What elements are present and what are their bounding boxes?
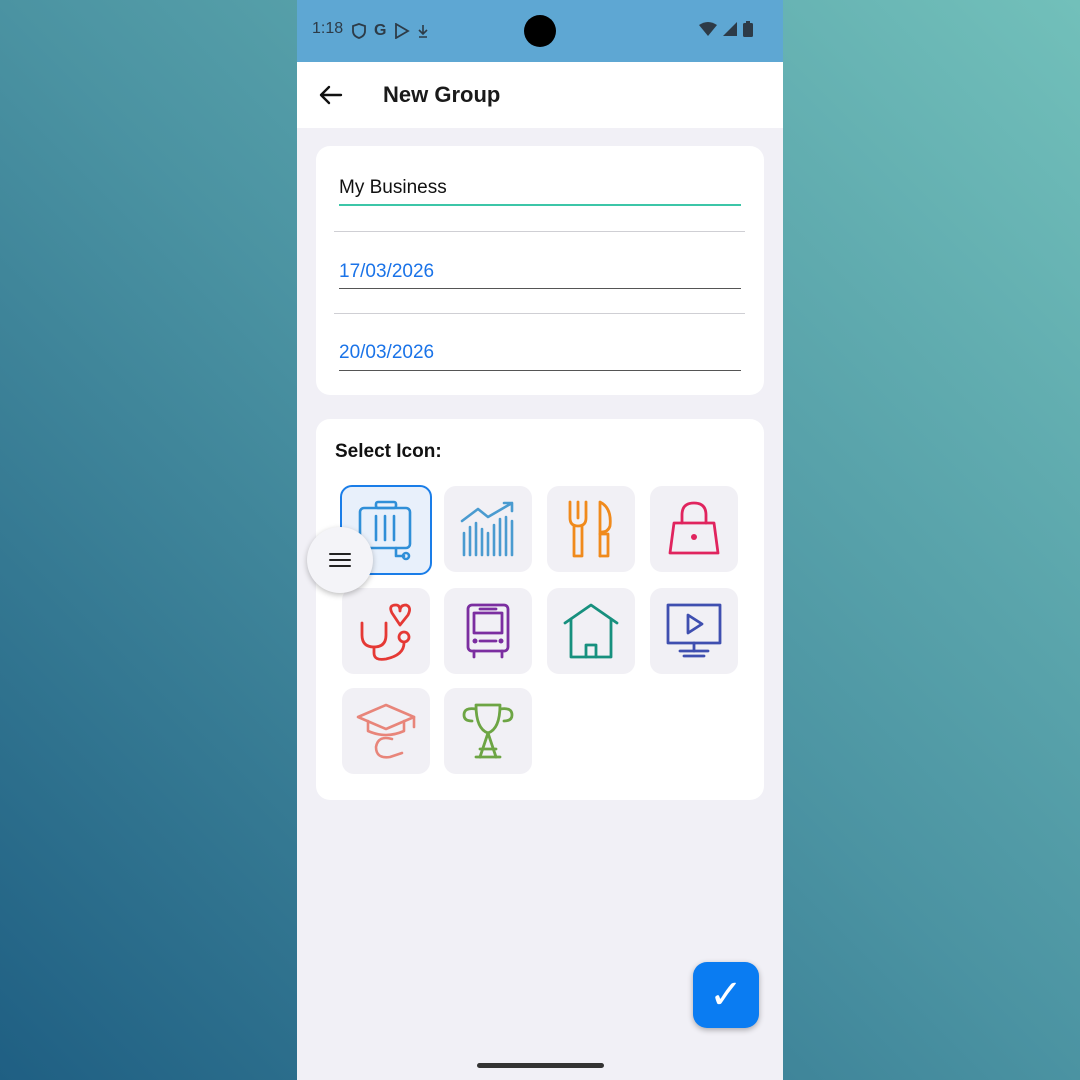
divider — [334, 313, 745, 314]
end-date-value: 20/03/2026 — [339, 342, 435, 363]
end-date-field[interactable]: 20/03/2026 — [339, 342, 741, 371]
group-name-field[interactable]: My Business — [339, 177, 741, 206]
back-arrow-icon[interactable] — [315, 80, 345, 110]
shield-icon — [352, 23, 366, 39]
group-name-value: My Business — [339, 177, 447, 198]
play-store-icon — [395, 23, 411, 39]
floating-menu-button[interactable] — [307, 527, 373, 593]
trophy-icon — [462, 703, 514, 759]
tv-icon — [666, 603, 722, 658]
chart-icon — [460, 501, 514, 557]
status-time: 1:18 — [312, 20, 344, 37]
home-indicator[interactable] — [477, 1063, 604, 1068]
icon-option-trophy[interactable] — [444, 688, 532, 774]
google-icon: G — [374, 22, 387, 39]
restaurant-icon — [568, 500, 612, 558]
education-icon — [356, 703, 416, 759]
start-date-field[interactable]: 17/03/2026 — [339, 261, 741, 289]
group-name-underline — [339, 204, 741, 206]
shopping-bag-icon — [668, 501, 720, 555]
health-icon — [360, 603, 411, 661]
battery-icon — [743, 21, 753, 37]
phone-screen: 1:18 G New Group My Business 17/03/2026 — [297, 0, 783, 1080]
camera-cutout — [524, 15, 556, 47]
page-title: New Group — [383, 82, 501, 107]
status-system-icons — [699, 21, 753, 37]
icon-option-restaurant[interactable] — [547, 486, 635, 572]
icon-option-chart[interactable] — [444, 486, 532, 572]
start-date-underline — [339, 288, 741, 289]
checkmark-icon: ✓ — [709, 972, 743, 1018]
group-details-card: My Business 17/03/2026 20/03/2026 — [316, 146, 764, 395]
save-button[interactable]: ✓ — [693, 962, 759, 1028]
select-icon-label: Select Icon: — [335, 441, 442, 462]
menu-icon — [329, 553, 351, 567]
status-notification-icons: G — [352, 22, 429, 40]
download-icon — [418, 25, 429, 38]
start-date-value: 17/03/2026 — [339, 261, 435, 282]
icon-option-education[interactable] — [342, 688, 430, 774]
icon-option-health[interactable] — [342, 588, 430, 674]
wifi-icon — [699, 22, 717, 36]
end-date-underline — [339, 370, 741, 371]
bus-icon — [466, 603, 510, 659]
status-bar: 1:18 G — [297, 0, 783, 62]
icon-option-bus[interactable] — [444, 588, 532, 674]
icon-option-shopping-bag[interactable] — [650, 486, 738, 572]
icon-option-home[interactable] — [547, 588, 635, 674]
icon-option-tv[interactable] — [650, 588, 738, 674]
signal-icon — [723, 22, 737, 36]
icon-selection-card: Select Icon: — [316, 419, 764, 800]
home-icon — [563, 603, 619, 659]
app-bar: New Group — [297, 62, 783, 128]
divider — [334, 231, 745, 232]
